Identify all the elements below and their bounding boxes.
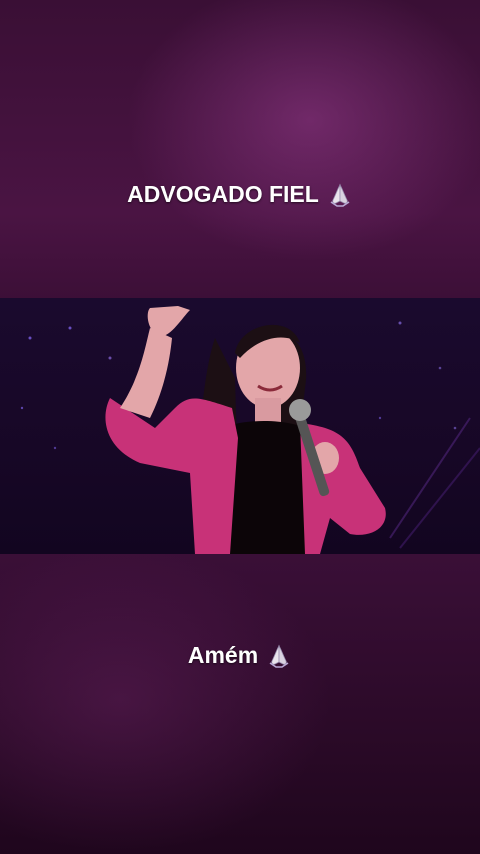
praying-hands-icon [330, 183, 350, 207]
story-frame: ADVOGADO FIEL Amém [0, 0, 480, 854]
bottom-caption-text: Amém [187, 642, 259, 668]
top-caption: ADVOGADO FIEL [0, 181, 480, 208]
praying-hands-icon [269, 644, 289, 668]
top-caption-text: ADVOGADO FIEL [127, 181, 319, 207]
bottom-caption: Amém [0, 642, 480, 669]
singer-image [20, 306, 480, 554]
video-frame[interactable] [0, 298, 480, 554]
